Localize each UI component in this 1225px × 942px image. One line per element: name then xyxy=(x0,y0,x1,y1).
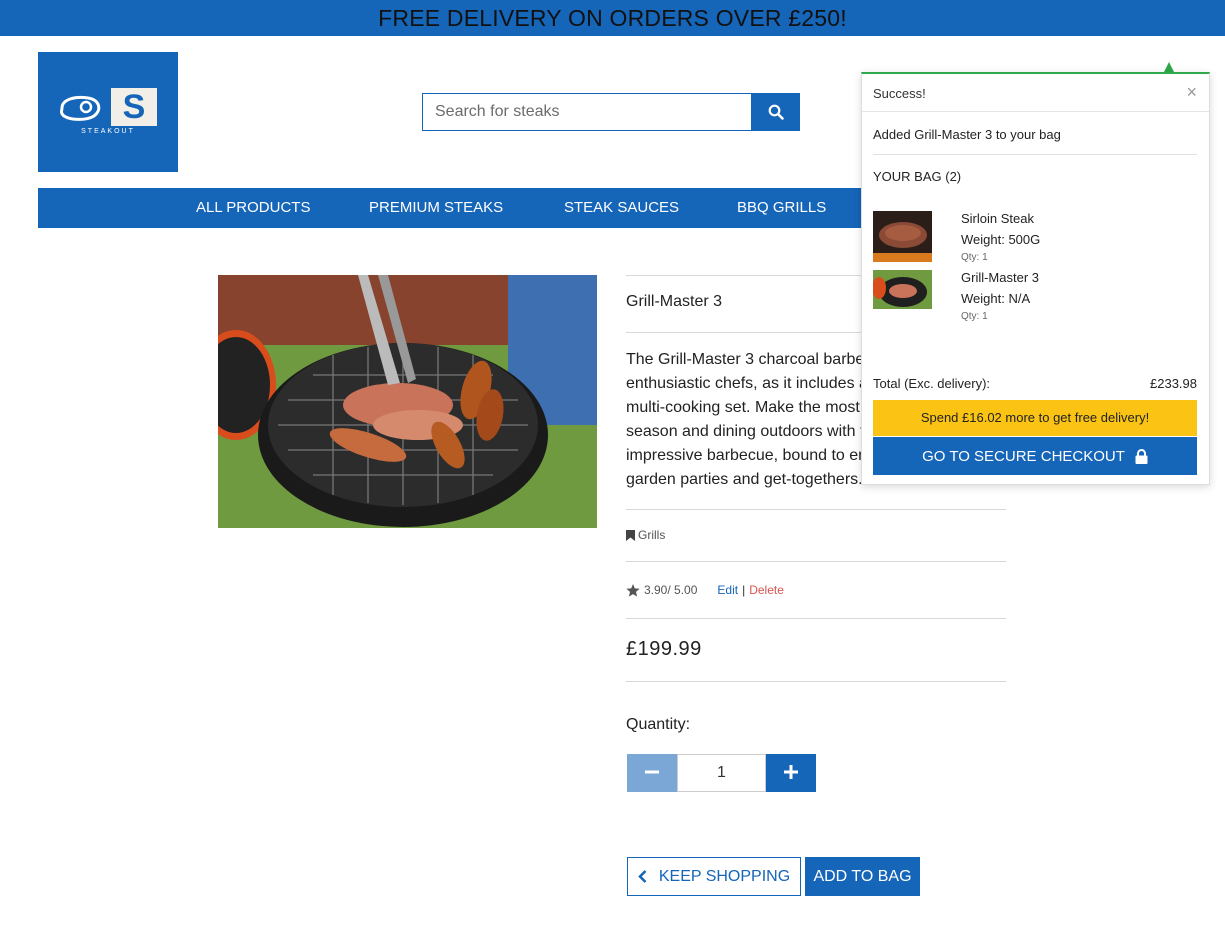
steak-logo-icon xyxy=(60,95,101,121)
category-label: Grills xyxy=(638,528,666,542)
product-price: £199.99 xyxy=(626,638,702,660)
free-delivery-banner: FREE DELIVERY ON ORDERS OVER £250! xyxy=(0,0,1225,36)
divider xyxy=(626,509,1006,510)
lock-icon xyxy=(1135,448,1148,464)
quantity-decrement-button[interactable] xyxy=(627,754,677,792)
product-image xyxy=(218,275,597,528)
total-label: Total (Exc. delivery): xyxy=(873,376,991,391)
toast-title: Success! xyxy=(873,86,926,101)
search-input[interactable] xyxy=(422,93,752,131)
divider xyxy=(626,618,1006,619)
product-rating: 3.90/ 5.00 Edit | Delete xyxy=(626,583,784,597)
divider xyxy=(873,154,1197,155)
divider xyxy=(626,681,1006,682)
keep-shopping-button[interactable]: KEEP SHOPPING xyxy=(627,857,801,896)
search-icon xyxy=(768,104,784,120)
nav-item-steak-sauces[interactable]: STEAK SAUCES xyxy=(564,188,679,228)
logo-text: STEAKOUT xyxy=(81,128,135,135)
rating-value: 3.90/ 5.00 xyxy=(644,583,698,597)
bag-item-thumbnail xyxy=(873,270,932,309)
secure-checkout-button[interactable]: GO TO SECURE CHECKOUT xyxy=(873,437,1197,475)
logo-letter: S xyxy=(111,88,157,126)
add-to-bag-button[interactable]: ADD TO BAG xyxy=(805,857,920,896)
bag-item: Sirloin Steak Weight: 500G Qty: 1 xyxy=(873,211,1197,267)
star-icon xyxy=(626,583,640,597)
bookmark-icon xyxy=(626,529,635,541)
delete-link[interactable]: Delete xyxy=(749,583,784,597)
edit-link[interactable]: Edit xyxy=(717,583,738,597)
nav-item-premium-steaks[interactable]: PREMIUM STEAKS xyxy=(369,188,503,228)
toast-header: Success! × xyxy=(862,74,1209,112)
bag-item-qty: Qty: 1 xyxy=(961,252,988,263)
link-separator: | xyxy=(742,583,746,597)
product-category[interactable]: Grills xyxy=(626,528,665,542)
free-delivery-notice: Spend £16.02 more to get free delivery! xyxy=(873,400,1197,436)
divider xyxy=(626,561,1006,562)
bag-item: Grill-Master 3 Weight: N/A Qty: 1 xyxy=(873,270,1197,326)
plus-icon xyxy=(784,764,798,779)
bag-item-name: Sirloin Steak xyxy=(961,211,1034,226)
bag-item-weight: Weight: 500G xyxy=(961,232,1041,247)
nav-item-all-products[interactable]: ALL PRODUCTS xyxy=(196,188,310,228)
logo[interactable]: S STEAKOUT xyxy=(38,52,178,172)
search-bar xyxy=(422,93,800,131)
bag-item-weight: Weight: N/A xyxy=(961,291,1031,306)
minus-icon xyxy=(645,770,659,773)
keep-shopping-label: KEEP SHOPPING xyxy=(658,867,791,885)
bag-item-qty: Qty: 1 xyxy=(961,311,988,322)
nav-item-bbq-grills[interactable]: BBQ GRILLS xyxy=(737,188,826,228)
quantity-increment-button[interactable] xyxy=(766,754,816,792)
bag-toast: Success! × Added Grill-Master 3 to your … xyxy=(861,72,1210,485)
bag-count: YOUR BAG (2) xyxy=(873,169,962,184)
chevron-left-icon xyxy=(638,870,647,883)
close-icon[interactable]: × xyxy=(1186,82,1197,103)
quantity-label: Quantity: xyxy=(626,716,691,733)
toast-message: Added Grill-Master 3 to your bag xyxy=(873,127,1061,142)
total-value: £233.98 xyxy=(1150,376,1197,391)
product-title: Grill-Master 3 xyxy=(626,293,723,310)
toast-arrow xyxy=(1164,62,1174,72)
search-button[interactable] xyxy=(752,93,800,131)
bag-item-name: Grill-Master 3 xyxy=(961,270,1040,285)
quantity-input[interactable] xyxy=(677,754,766,792)
checkout-label: GO TO SECURE CHECKOUT xyxy=(922,447,1125,465)
bag-item-thumbnail xyxy=(873,211,932,262)
